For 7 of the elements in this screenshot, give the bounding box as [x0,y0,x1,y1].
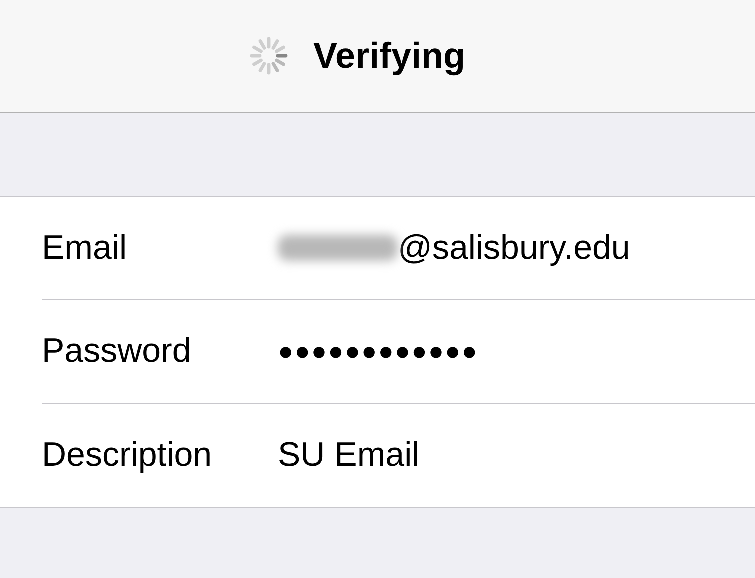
field-label: Password [42,332,192,371]
field-label: Description [42,436,214,475]
text-field[interactable]: @salisbury.edu [398,228,630,268]
text-field[interactable]: SU Email [278,436,420,475]
password-field[interactable]: ●●●●●●●●●●●● [278,336,478,367]
field-label: Email [42,228,128,268]
nav-title: Verifying [313,35,466,77]
